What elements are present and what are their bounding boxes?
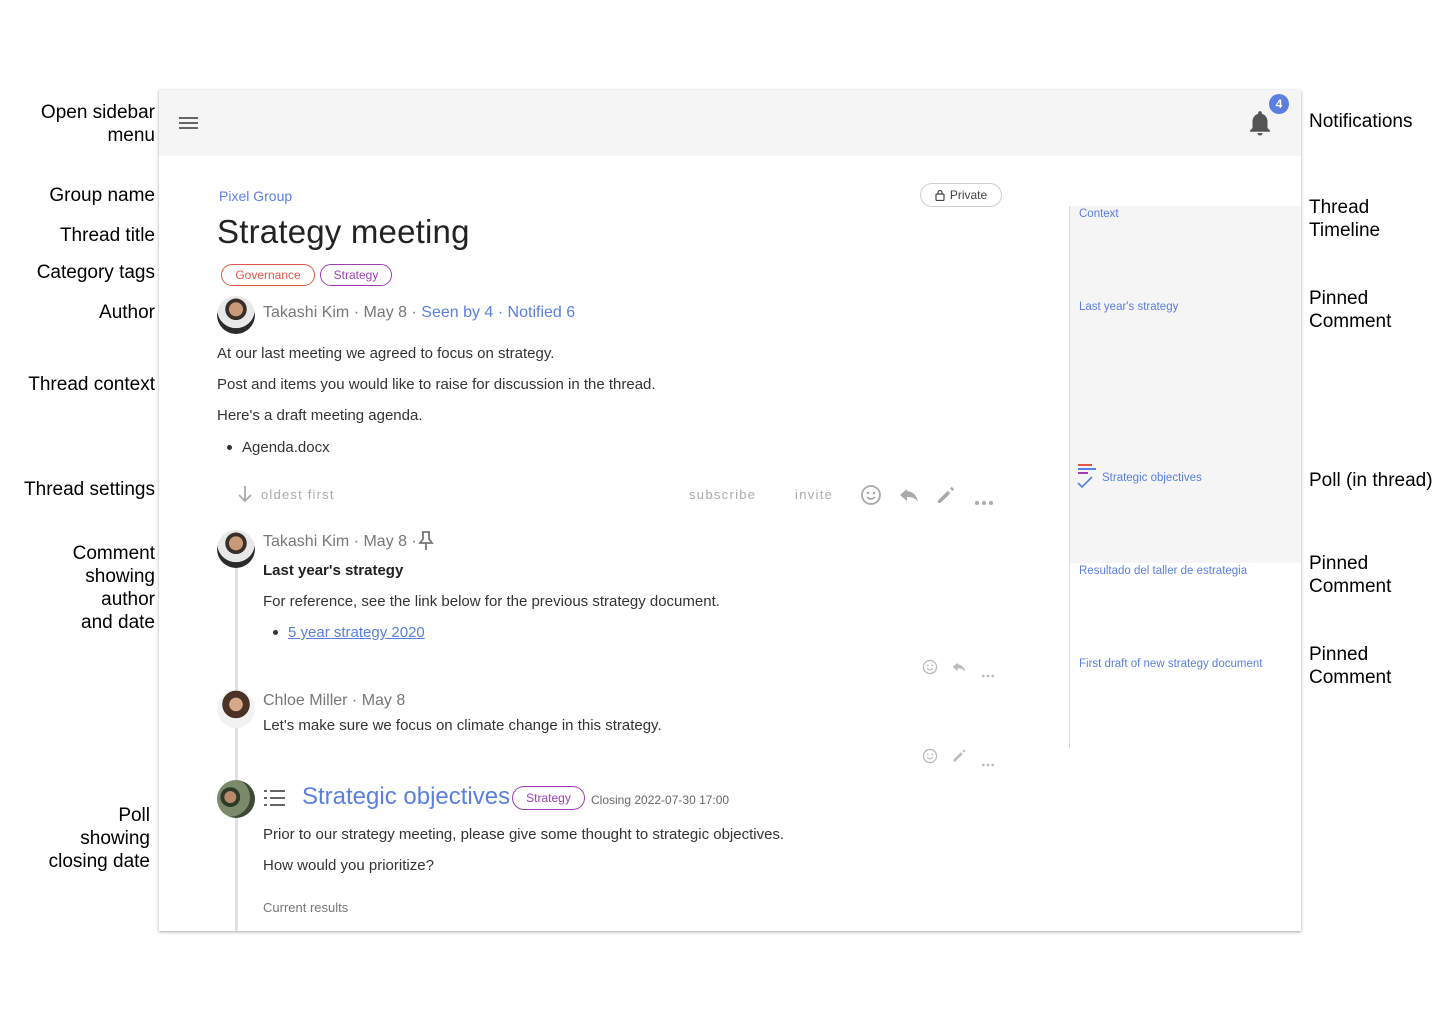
- timeline-item-context[interactable]: Context: [1079, 208, 1119, 220]
- edit-pencil-icon[interactable]: [952, 748, 967, 768]
- visibility-button[interactable]: Private: [920, 183, 1002, 207]
- poll-description: Prior to our strategy meeting, please gi…: [263, 826, 785, 843]
- attachment-link[interactable]: Agenda.docx: [242, 439, 330, 456]
- tag-strategy[interactable]: Strategy: [320, 264, 392, 286]
- react-emoji-icon[interactable]: [922, 659, 938, 680]
- react-emoji-icon[interactable]: [860, 484, 882, 511]
- comment-author-name[interactable]: Chloe Miller: [263, 692, 347, 709]
- context-line-3: Here's a draft meeting agenda.: [217, 407, 423, 424]
- annotation-category-tags: Category tags: [36, 262, 155, 283]
- timeline-visible-range: [1069, 206, 1301, 563]
- annotation-poll-in-thread: Poll (in thread): [1309, 470, 1433, 491]
- annotation-pinned-comment-2: Pinned Comment: [1309, 553, 1392, 597]
- comment-author-name[interactable]: Takashi Kim: [263, 533, 349, 550]
- poll-results-label: Current results: [263, 900, 349, 915]
- avatar[interactable]: [217, 780, 255, 818]
- notified-link[interactable]: Notified 6: [508, 304, 576, 321]
- poll-list-icon: [263, 787, 287, 814]
- poll-question: How would you prioritize?: [263, 857, 434, 874]
- separator-dot: ·: [493, 304, 508, 321]
- comment-date: May 8: [363, 533, 408, 550]
- comment-text: For reference, see the link below for th…: [263, 593, 720, 610]
- context-line-2: Post and items you would like to raise f…: [217, 376, 656, 393]
- notification-count-badge[interactable]: 4: [1269, 94, 1289, 114]
- timeline-item-poll[interactable]: Strategic objectives: [1102, 472, 1202, 484]
- timeline-item-pinned[interactable]: Last year's strategy: [1079, 301, 1178, 313]
- comment-author-meta: Chloe Miller · May 8: [263, 692, 406, 709]
- annotation-author: Author: [99, 302, 155, 323]
- invite-button[interactable]: invite: [795, 487, 833, 502]
- avatar[interactable]: [217, 530, 255, 568]
- timeline-line: [1069, 206, 1070, 748]
- sort-order-label: oldest first: [261, 486, 335, 502]
- annotation-open-sidebar: Open sidebar menu: [40, 102, 155, 146]
- hamburger-menu-icon[interactable]: [176, 111, 202, 135]
- annotation-comment-author-date: Comment showing author and date: [72, 543, 155, 633]
- timeline-item-pinned[interactable]: Resultado del taller de estrategia: [1079, 565, 1247, 577]
- sort-order-button[interactable]: oldest first: [237, 485, 335, 503]
- react-emoji-icon[interactable]: [922, 748, 938, 769]
- poll-closing-date: Closing 2022-07-30 17:00: [591, 793, 730, 807]
- author-name[interactable]: Takashi Kim: [263, 304, 349, 321]
- thread-timeline: Context Last year's strategy Strategic o…: [1069, 206, 1301, 863]
- pin-icon[interactable]: [418, 530, 434, 557]
- annotation-thread-context: Thread context: [28, 374, 155, 395]
- comment-heading: Last year's strategy: [263, 562, 404, 579]
- annotation-thread-settings: Thread settings: [24, 479, 155, 500]
- avatar[interactable]: [217, 296, 255, 334]
- thread-date: May 8: [363, 304, 408, 321]
- bell-icon[interactable]: [1245, 108, 1275, 138]
- poll-tag-strategy[interactable]: Strategy: [512, 786, 585, 810]
- bullet: [227, 445, 232, 450]
- comment-date: May 8: [361, 692, 406, 709]
- annotation-notifications: Notifications: [1309, 111, 1413, 132]
- comment-text: Let's make sure we focus on climate chan…: [263, 717, 662, 734]
- avatar[interactable]: [217, 690, 255, 728]
- annotation-pinned-comment-3: Pinned Comment: [1309, 644, 1392, 688]
- annotation-pinned-comment-1: Pinned Comment: [1309, 288, 1392, 332]
- reply-icon[interactable]: [898, 485, 920, 510]
- thread-author-meta: Takashi Kim · May 8 · Seen by 4 · Notifi…: [263, 304, 576, 321]
- app-window: 4 Pixel Group Private Strategy meeting G…: [159, 90, 1301, 931]
- reply-icon[interactable]: [951, 660, 967, 679]
- timeline-item-pinned[interactable]: First draft of new strategy document: [1079, 658, 1262, 670]
- visibility-label: Private: [949, 188, 988, 202]
- thread-page: Pixel Group Private Strategy meeting Gov…: [159, 156, 1301, 931]
- thread-title: Strategy meeting: [217, 213, 470, 250]
- bullet: [273, 630, 278, 635]
- comment-author-meta: Takashi Kim · May 8 ·: [263, 533, 417, 550]
- annotation-poll-closing: Poll showing closing date: [48, 805, 150, 872]
- poll-title-link[interactable]: Strategic objectives: [302, 783, 510, 811]
- strategy-document-link[interactable]: 5 year strategy 2020: [288, 624, 425, 641]
- thread-line: [235, 551, 238, 931]
- arrow-down-icon: [238, 486, 252, 503]
- edit-pencil-icon[interactable]: [936, 485, 956, 510]
- subscribe-button[interactable]: subscribe: [689, 487, 756, 502]
- top-bar: 4: [159, 90, 1301, 156]
- seen-by-link[interactable]: Seen by 4: [421, 304, 493, 321]
- context-line-1: At our last meeting we agreed to focus o…: [217, 345, 555, 362]
- more-options-icon[interactable]: [981, 665, 995, 683]
- lock-icon: [935, 189, 945, 201]
- poll-chart-icon: [1077, 463, 1099, 494]
- more-options-icon[interactable]: [981, 754, 995, 772]
- group-name-link[interactable]: Pixel Group: [219, 188, 292, 204]
- annotation-thread-title: Thread title: [59, 225, 155, 246]
- annotation-thread-timeline: Thread Timeline: [1309, 197, 1381, 241]
- more-options-icon[interactable]: [974, 493, 994, 511]
- tag-governance[interactable]: Governance: [221, 264, 315, 286]
- annotation-group-name: Group name: [49, 185, 155, 206]
